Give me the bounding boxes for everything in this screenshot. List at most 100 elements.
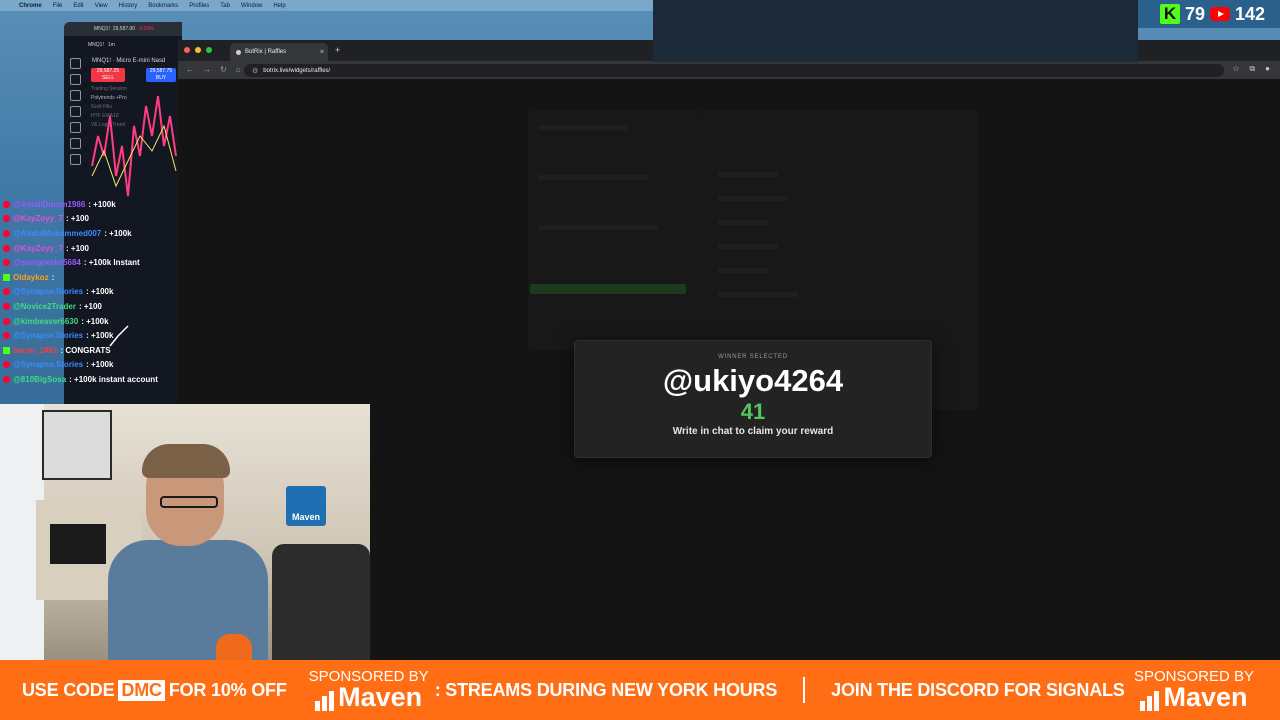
forward-icon[interactable]: →	[203, 65, 211, 74]
extensions-icon[interactable]: ⧉	[1249, 64, 1255, 74]
menu-history[interactable]: History	[119, 3, 138, 9]
winner-modal: WINNER SELECTED @ukiyo4264 41 Write in c…	[574, 340, 932, 458]
close-window-icon[interactable]	[184, 47, 190, 53]
maven-brand-text: Maven	[1163, 682, 1248, 712]
glasses	[160, 496, 218, 508]
kick-icon	[3, 273, 10, 281]
brush-icon[interactable]	[69, 122, 81, 133]
pattern-icon[interactable]	[69, 106, 81, 117]
streams-schedule: : STREAMS DURING NEW YORK HOURS	[434, 679, 778, 700]
maven-bars-icon	[315, 691, 335, 711]
menu-bookmarks[interactable]: Bookmarks	[148, 3, 178, 9]
maven-bars-icon	[1140, 691, 1160, 711]
firebox	[50, 524, 106, 564]
emoji-icon[interactable]	[69, 154, 81, 165]
winner-name: @ukiyo4264	[662, 363, 844, 398]
menu-file[interactable]: File	[53, 3, 63, 9]
chat-text: : +100k instant account	[69, 374, 158, 384]
minimize-window-icon[interactable]	[195, 47, 201, 53]
maven-logo: Maven	[1140, 682, 1248, 712]
chat-text: : +100k Instant	[83, 258, 140, 268]
youtube-icon	[3, 200, 10, 208]
maven-brand-text: Maven	[338, 682, 423, 712]
chat-username: @AbdulMohammed007	[13, 228, 102, 238]
chat-username: @kimbeaver6630	[13, 316, 79, 326]
url-text: botrix.live/widgets/raffles/	[263, 67, 331, 74]
overlay-panel	[653, 0, 1138, 62]
webcam-feed: Maven	[0, 404, 370, 660]
chat-text: :	[51, 272, 55, 282]
menu-chrome[interactable]: Chrome	[19, 3, 42, 9]
youtube-icon	[3, 317, 10, 325]
placeholder-line	[718, 196, 788, 201]
timeframe-button[interactable]: 1m	[108, 42, 115, 48]
chat-message: @KayZoyy_7: +100	[0, 212, 178, 227]
chat-username: baron_2461	[13, 345, 58, 355]
trading-tab[interactable]: MNQ1! 29,587.00 -0.03%	[64, 22, 182, 36]
couch	[272, 544, 370, 660]
youtube-icon	[3, 361, 10, 369]
kick-viewer-count: 79	[1185, 3, 1206, 24]
back-icon[interactable]: ←	[186, 65, 194, 74]
youtube-icon	[3, 244, 10, 252]
maven-logo: Maven	[315, 684, 422, 711]
menu-window[interactable]: Window	[241, 3, 262, 9]
menu-tab[interactable]: Tab	[220, 3, 230, 9]
menu-view[interactable]: View	[95, 3, 108, 9]
chat-message: @AmaliDumm1986: +100k	[0, 197, 178, 212]
tab-botrix-raffles[interactable]: BotRix | Raffles ×	[230, 43, 328, 61]
trading-symbol: MNQ1!	[94, 26, 110, 32]
youtube-viewer-count: 142	[1235, 3, 1266, 24]
trading-toolbar: MNQ1! 1m	[64, 38, 182, 52]
kick-icon	[3, 346, 10, 354]
streamer	[108, 444, 268, 660]
chat-text: : CONGRATS	[60, 345, 111, 355]
chat-text: : +100k	[86, 360, 114, 370]
menu-profiles[interactable]: Profiles	[189, 3, 209, 9]
chat-message: Oldaykoz:	[0, 270, 178, 285]
text-icon[interactable]	[69, 138, 81, 149]
url-bar[interactable]: ⚙ botrix.live/widgets/raffles/	[244, 64, 1224, 77]
chat-username: Oldaykoz	[13, 272, 49, 282]
microphone	[216, 634, 252, 660]
chat-username: @810BigSosa	[13, 374, 67, 384]
chat-message: @Synapse.Stories: +100k	[0, 285, 178, 300]
profile-icon[interactable]: ●	[1265, 64, 1270, 74]
chat-text: : +100k	[81, 316, 109, 326]
bookmark-star-icon[interactable]: ☆	[1232, 64, 1239, 74]
raffle-settings-panel	[528, 110, 698, 350]
sponsor-block: SPONSORED BY Maven	[309, 669, 429, 711]
close-tab-icon[interactable]: ×	[320, 49, 328, 56]
new-tab-icon[interactable]: +	[335, 45, 340, 55]
trendline-icon[interactable]	[69, 74, 81, 85]
menu-edit[interactable]: Edit	[73, 3, 83, 9]
promo-code: DMC	[118, 679, 165, 701]
fib-icon[interactable]	[69, 90, 81, 101]
menu-help[interactable]: Help	[273, 3, 285, 9]
chat-text: : +100k	[86, 331, 114, 341]
home-icon[interactable]: ⌂	[236, 65, 241, 74]
streamer-hair	[142, 444, 230, 478]
reload-icon[interactable]: ↻	[220, 65, 227, 74]
chat-username: @Synapse.Stories	[13, 331, 84, 341]
toolbar-actions: ☆ ⧉ ●	[1232, 64, 1270, 74]
chat-message: @KayZoyy_7: +100	[0, 241, 178, 256]
maven-sign: Maven	[286, 486, 326, 526]
trading-change: -0.03%	[138, 26, 154, 32]
chat-text: : +100k	[86, 287, 114, 297]
nav-buttons: ← → ↻ ⌂	[186, 65, 241, 74]
symbol-search[interactable]: MNQ1!	[88, 42, 104, 48]
placeholder-line	[718, 220, 768, 225]
candle-series	[91, 95, 177, 197]
youtube-icon	[3, 332, 10, 340]
winner-kicker: WINNER SELECTED	[718, 354, 788, 360]
banner-divider	[803, 677, 806, 703]
site-info-icon[interactable]: ⚙	[252, 67, 258, 75]
placeholder-line	[538, 225, 658, 230]
start-raffle-button[interactable]	[530, 284, 686, 294]
chat-text: : +100	[78, 301, 102, 311]
youtube-icon	[3, 288, 10, 296]
zoom-window-icon[interactable]	[206, 47, 212, 53]
kick-icon: K	[1160, 4, 1180, 24]
crosshair-icon[interactable]	[69, 58, 81, 69]
